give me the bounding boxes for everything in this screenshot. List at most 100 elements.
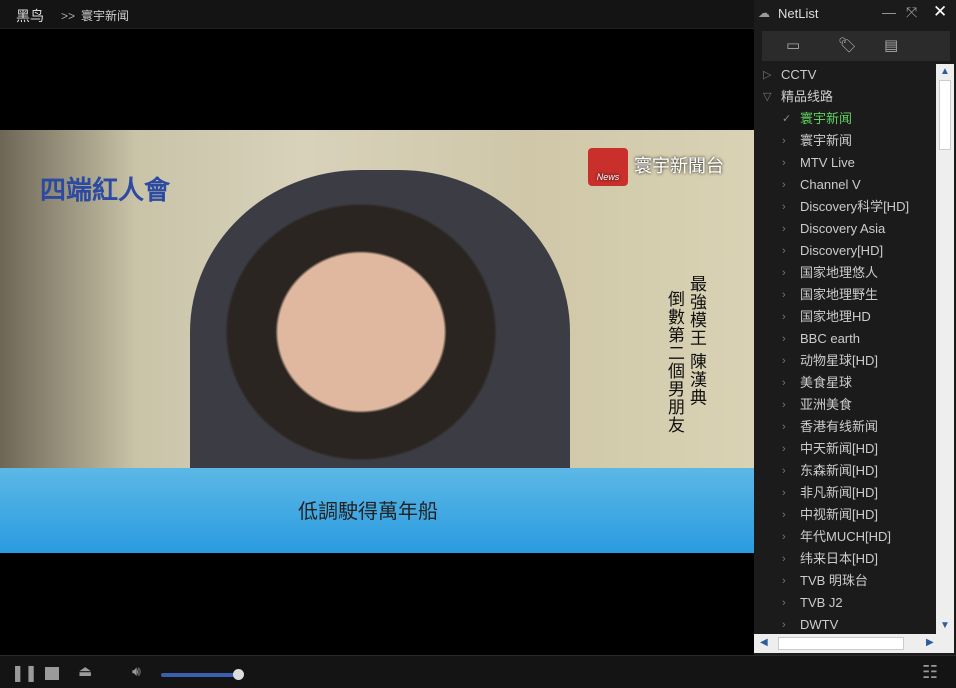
scroll-right-icon[interactable]: ▶ [926,637,934,648]
channel-item[interactable]: › 动物星球[HD] [754,350,936,372]
tree-item-label: 国家地理悠人 [800,265,879,280]
tab-film-icon[interactable]: ▤ [884,36,898,54]
tree-item-label: 动物星球[HD] [800,353,879,368]
breadcrumb: >> 寰宇新闻 [61,7,129,24]
app-name: 黑鸟 [16,8,44,24]
tree-item-label: TVB 明珠台 [800,573,868,588]
chevron-right-icon: › [782,223,786,235]
chevron-right-icon: › [782,465,786,477]
tree-item-label: 国家地理HD [800,309,871,324]
chevron-right-icon: › [782,267,786,279]
check-icon: ✓ [782,113,792,125]
news-logo-icon: News [588,148,628,186]
tree-item-label: 非凡新闻[HD] [800,485,879,500]
volume-slider[interactable] [161,673,239,677]
title-bar: 黑鸟 >> 寰宇新闻 [0,0,754,29]
subtitle-caption: 低調駛得萬年船 [298,501,438,523]
channel-item[interactable]: ✓ 寰宇新闻 [754,108,936,130]
channel-item[interactable]: › 非凡新闻[HD] [754,482,936,504]
channel-item[interactable]: › 中天新闻[HD] [754,438,936,460]
tree-group[interactable]: ▽ 精品线路 [754,86,936,108]
tree-item-label: 精品线路 [781,89,834,104]
channel-item[interactable]: › Discovery科学[HD] [754,196,936,218]
channel-item[interactable]: › 国家地理HD [754,306,936,328]
tree-item-label: CCTV [781,67,817,82]
channel-item[interactable]: › DWTV [754,614,936,634]
channel-item[interactable]: › TVB J2 [754,592,936,614]
volume-knob[interactable] [233,669,244,680]
tab-monitor-icon[interactable]: ▭ [786,36,800,54]
tree-group[interactable]: ▷ CCTV [754,64,936,86]
netlist-panel: ☁ NetList — ⤧ ✕ ▭ 🏷︎ ▤ ▷ CCTV ▽ 精品线路 ✓ 寰宇新闻 › 寰… [754,0,956,655]
channel-item[interactable]: › 年代MUCH[HD] [754,526,936,548]
tree-item-label: 美食星球 [800,375,853,390]
tree-item-label: 亚洲美食 [800,397,853,412]
cloud-icon: ☁ [758,6,770,20]
channel-item[interactable]: › MTV Live [754,152,936,174]
scroll-up-icon[interactable]: ▲ [940,66,950,77]
chevron-right-icon: › [782,443,786,455]
chevron-right-icon: ▷ [763,69,772,81]
tree-item-label: 纬来日本[HD] [800,551,879,566]
chevron-right-icon: › [782,157,786,169]
chevron-right-icon: › [782,597,786,609]
eject-icon[interactable]: ⏏ [78,662,92,680]
chevron-right-icon: › [782,421,786,433]
stop-icon[interactable] [45,667,59,680]
channel-item[interactable]: › 中视新闻[HD] [754,504,936,526]
chevron-right-icon: › [782,355,786,367]
tree-item-label: MTV Live [800,155,855,170]
scroll-down-icon[interactable]: ▼ [940,620,950,631]
channel-item[interactable]: › Channel V [754,174,936,196]
chevron-right-icon: › [782,399,786,411]
channel-name: 寰宇新聞台 [634,155,724,176]
channel-tree: ▷ CCTV ▽ 精品线路 ✓ 寰宇新闻 › 寰宇新闻 › MTV Live › Channel V ›… [754,64,936,634]
channel-item[interactable]: › Discovery Asia [754,218,936,240]
show-logo: 四端紅人會 [40,175,171,205]
breadcrumb-separator: >> [61,9,76,23]
control-bar: ❚❚ ⏏ 🔊︎ ☷ [0,655,956,688]
video-player[interactable]: 四端紅人會 News 寰宇新聞台 最強模王 陳漢典 倒數第二個男朋友 低調駛得萬年… [0,29,754,655]
channel-item[interactable]: › 纬来日本[HD] [754,548,936,570]
tree-item-label: Discovery[HD] [800,243,884,258]
channel-item[interactable]: › 东森新闻[HD] [754,460,936,482]
expand-down-icon: ▽ [763,91,772,103]
side-caption-1: 最強模王 陳漢典 [687,275,706,407]
channel-item[interactable]: › Discovery[HD] [754,240,936,262]
chevron-right-icon: › [782,377,786,389]
tree-item-label: BBC earth [800,331,860,346]
channel-item[interactable]: › 国家地理野生 [754,284,936,306]
chevron-right-icon: › [782,531,786,543]
minimize-icon[interactable]: — [882,4,896,20]
channel-watermark: News 寰宇新聞台 [588,148,724,186]
chevron-right-icon: › [782,619,786,631]
channel-item[interactable]: › 香港有线新闻 [754,416,936,438]
scroll-left-icon[interactable]: ◀ [760,637,768,648]
tree-item-label: 年代MUCH[HD] [800,529,891,544]
horizontal-scroll-thumb[interactable] [778,637,904,650]
playlist-icon[interactable]: ☷ [922,662,938,683]
chevron-right-icon: › [782,201,786,213]
tree-item-label: Channel V [800,177,861,192]
volume-icon[interactable]: 🔊︎ [132,663,141,680]
tree-item-label: Discovery Asia [800,221,886,236]
horizontal-scrollbar[interactable]: ◀ ▶ [754,634,954,653]
channel-item[interactable]: › 国家地理悠人 [754,262,936,284]
channel-item[interactable]: › 亚洲美食 [754,394,936,416]
tab-tag-icon[interactable]: 🏷︎ [838,36,857,54]
chevron-right-icon: › [782,333,786,345]
vertical-scrollbar[interactable]: ▲ ▼ [936,64,954,634]
pause-icon[interactable]: ❚❚ [11,663,38,683]
maximize-icon[interactable]: ⤧ [906,4,917,21]
channel-item[interactable]: › 美食星球 [754,372,936,394]
channel-item[interactable]: › TVB 明珠台 [754,570,936,592]
channel-item[interactable]: › 寰宇新闻 [754,130,936,152]
panel-tabs: ▭ 🏷︎ ▤ [762,31,950,61]
close-icon[interactable]: ✕ [933,2,947,22]
vertical-scroll-thumb[interactable] [939,80,951,150]
tree-item-label: Discovery科学[HD] [800,199,910,214]
breadcrumb-current: 寰宇新闻 [81,9,130,23]
side-caption-2: 倒數第二個男朋友 [665,290,684,434]
channel-item[interactable]: › BBC earth [754,328,936,350]
tree-item-label: 香港有线新闻 [800,419,879,434]
